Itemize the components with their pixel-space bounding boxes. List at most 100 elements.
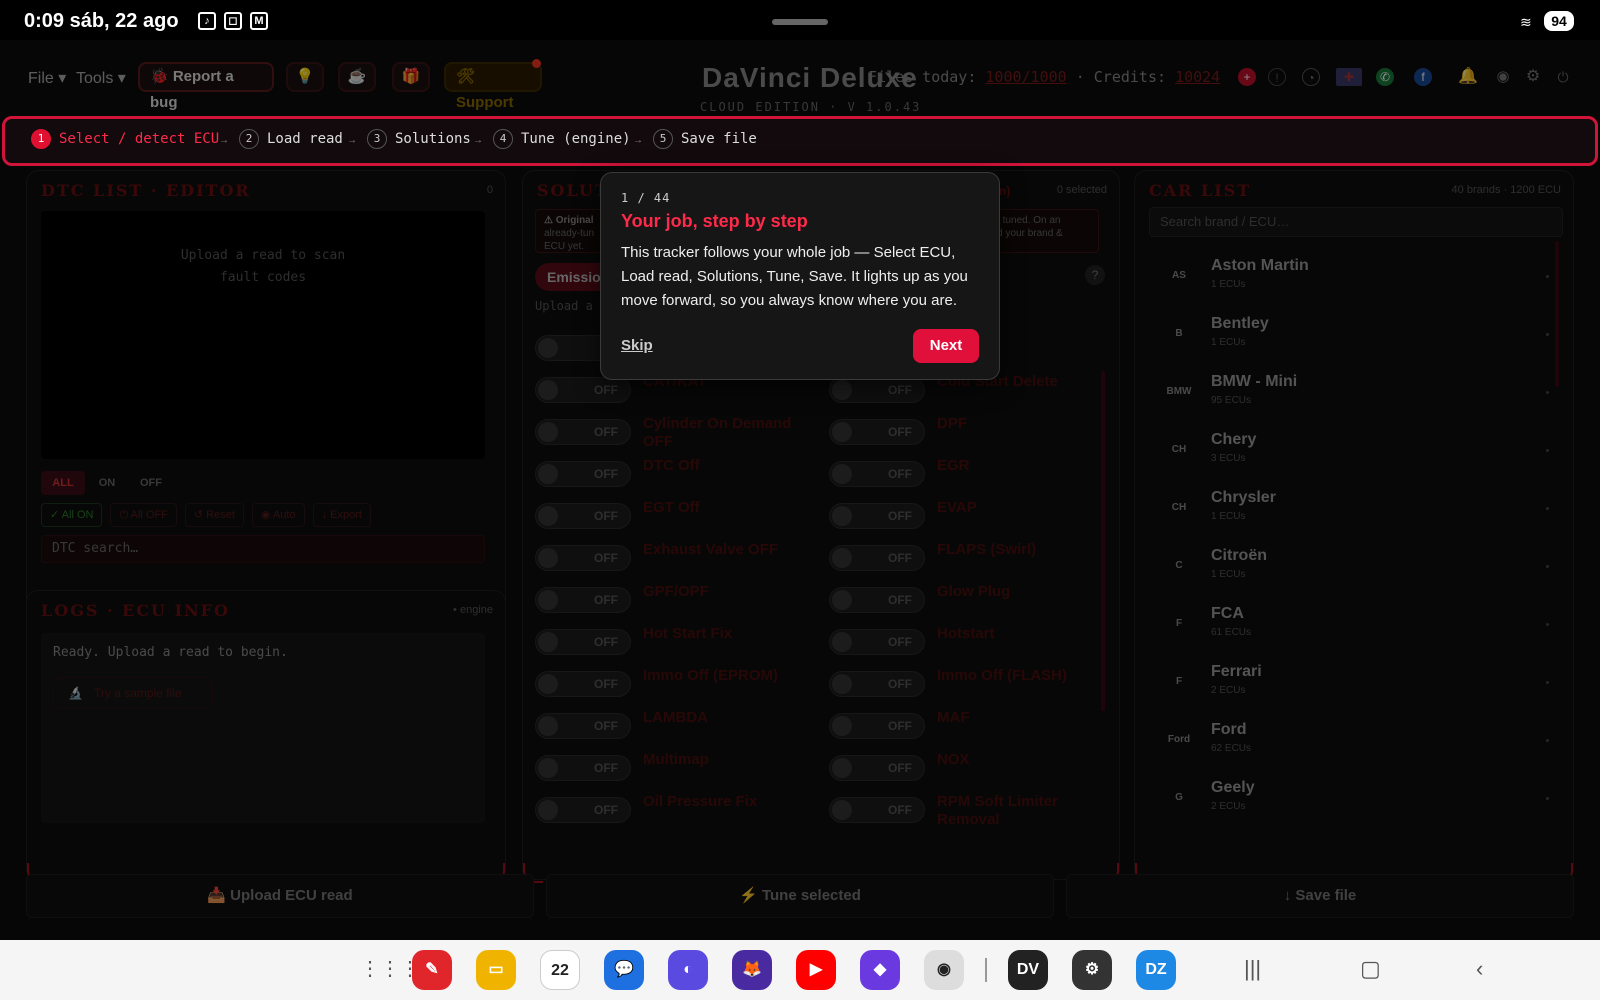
solution-toggle[interactable]: OFF [829, 419, 925, 445]
toggle-state: OFF [594, 551, 618, 565]
dtc-search-input[interactable]: DTC search… [41, 535, 485, 563]
solution-toggle[interactable]: OFF [829, 671, 925, 697]
file-menu[interactable]: File ▾ [28, 68, 66, 88]
solution-toggle[interactable]: OFF [829, 587, 925, 613]
firefox-app-icon[interactable]: 🦊 [732, 950, 772, 990]
solution-toggle[interactable]: OFF [829, 629, 925, 655]
brand-name: Chery [1211, 431, 1257, 448]
step-load-read[interactable]: 2 Load read [239, 129, 343, 149]
video-player-icon[interactable]: ◆ [860, 950, 900, 990]
solution-toggle[interactable]: OFF [535, 797, 631, 823]
info-icon[interactable]: ! [1268, 68, 1286, 86]
solution-toggle[interactable]: OFF [535, 419, 631, 445]
export-button[interactable]: ↓ Export [312, 503, 371, 527]
car-brand-item[interactable]: CH Chery 3 ECUs [1149, 423, 1553, 479]
drag-handle[interactable] [772, 19, 828, 25]
eye-icon[interactable]: ◉ [1494, 68, 1512, 86]
tools-menu[interactable]: Tools ▾ [76, 68, 126, 88]
car-brand-item[interactable]: C Citroën 1 ECUs [1149, 539, 1553, 595]
solution-toggle[interactable]: OFF [535, 587, 631, 613]
whatsapp-icon[interactable]: ✆ [1376, 68, 1394, 86]
files-app-icon[interactable]: ▭ [476, 950, 516, 990]
dtc-panel: DTC LIST · EDITOR 0 Upload a read to sca… [26, 170, 506, 618]
car-brand-item[interactable]: Ford Ford 62 ECUs [1149, 713, 1553, 769]
solution-toggle[interactable]: OFF [535, 503, 631, 529]
tachometer-icon[interactable]: ◔ [1302, 68, 1320, 86]
messages-app-icon[interactable]: 💬 [604, 950, 644, 990]
save-file-button[interactable]: ↓ Save file [1066, 874, 1574, 918]
calendar-app-icon[interactable]: 22 [540, 950, 580, 990]
solution-toggle[interactable]: OFF [829, 503, 925, 529]
solution-toggle[interactable]: OFF [535, 671, 631, 697]
car-search-input[interactable]: Search brand / ECU… [1149, 207, 1563, 237]
files-today-value[interactable]: 1000/1000 [985, 68, 1066, 86]
brand-logo-icon: C [1175, 560, 1183, 571]
add-credits-icon[interactable]: + [1238, 68, 1256, 86]
back-nav-button[interactable]: ‹ [1476, 956, 1483, 982]
solution-toggle[interactable]: OFF [535, 461, 631, 487]
notes-app-icon[interactable]: ✎ [412, 950, 452, 990]
try-sample-button[interactable]: 🔬 Try a sample file [53, 677, 213, 709]
gear-icon[interactable]: ⚙ [1524, 68, 1542, 86]
car-brand-item[interactable]: B Bentley 1 ECUs [1149, 307, 1553, 363]
solution-toggle[interactable]: OFF [829, 797, 925, 823]
filter-off[interactable]: OFF [129, 471, 173, 495]
car-brand-item[interactable]: CH Chrysler 1 ECUs [1149, 481, 1553, 537]
solution-toggle[interactable]: OFF [829, 377, 925, 403]
tour-next-button[interactable]: Next [913, 329, 979, 363]
help-icon[interactable]: ? [1085, 265, 1105, 285]
solutions-scrollbar[interactable] [1101, 371, 1105, 711]
step-tune-engine[interactable]: 4 Tune (engine) [493, 129, 631, 149]
power-icon[interactable]: ⏻ [1554, 68, 1572, 86]
browser-app-icon[interactable]: ◐ [668, 950, 708, 990]
solution-toggle[interactable]: OFF [535, 629, 631, 655]
home-nav-button[interactable]: ▢ [1360, 956, 1381, 982]
auto-button[interactable]: ◉ Auto [251, 503, 305, 527]
bell-icon[interactable]: 🔔 [1458, 68, 1478, 86]
solution-toggle[interactable]: OFF [829, 545, 925, 571]
all-on-button[interactable]: ✓ All ON [41, 503, 103, 527]
reset-button[interactable]: ↺ Reset [184, 503, 244, 527]
car-brand-item[interactable]: F Ferrari 2 ECUs [1149, 655, 1553, 711]
report-bug-button[interactable]: 🐞 Report a bug [138, 62, 274, 111]
dz-app-icon[interactable]: DZ [1136, 950, 1176, 990]
tune-selected-button[interactable]: ⚡ Tune selected [546, 874, 1054, 918]
car-list-scrollbar[interactable] [1555, 241, 1559, 387]
gift-icon[interactable]: 🎁 [392, 62, 430, 92]
settings-app-icon[interactable]: ⚙ [1072, 950, 1112, 990]
system-status-bar: 0:09 sáb, 22 ago ♪ ◻ M ≋ 94 [0, 0, 1600, 40]
step-solutions[interactable]: 3 Solutions [367, 129, 471, 149]
lightbulb-icon[interactable]: 💡 [286, 62, 324, 92]
all-off-button[interactable]: ⏻ All OFF [110, 503, 177, 527]
camera-app-icon[interactable]: ◉ [924, 950, 964, 990]
step-select-ecu[interactable]: 1 Select / detect ECU [31, 129, 219, 149]
solution-toggle[interactable]: OFF [535, 755, 631, 781]
uk-flag-icon[interactable]: ✚ [1336, 68, 1362, 86]
solution-toggle[interactable]: OFF [829, 461, 925, 487]
solution-toggle[interactable]: OFF [535, 377, 631, 403]
upload-ecu-read-button[interactable]: 📥 Upload ECU read [26, 874, 534, 918]
solution-toggle[interactable]: OFF [829, 755, 925, 781]
car-brand-item[interactable]: F FCA 61 ECUs [1149, 597, 1553, 653]
facebook-icon[interactable]: f [1414, 68, 1432, 86]
youtube-app-icon[interactable]: ▶ [796, 950, 836, 990]
davinci-app-icon[interactable]: DV [1008, 950, 1048, 990]
support-button[interactable]: 🛠Support [444, 62, 542, 111]
tour-skip-button[interactable]: Skip [621, 337, 653, 354]
solution-toggle[interactable]: OFF [535, 713, 631, 739]
solution-toggle[interactable]: OFF [535, 545, 631, 571]
car-brand-item[interactable]: BMW BMW - Mini 95 ECUs [1149, 365, 1553, 421]
recents-nav-button[interactable]: ||| [1244, 956, 1261, 982]
filter-all[interactable]: ALL [41, 471, 85, 495]
step-arrow: → [473, 135, 483, 146]
car-brand-item[interactable]: G Geely 2 ECUs [1149, 771, 1553, 827]
coffee-icon[interactable]: ☕ [338, 62, 376, 92]
filter-on[interactable]: ON [85, 471, 129, 495]
status-time-date: 0:09 sáb, 22 ago [24, 10, 179, 32]
app-drawer-icon[interactable]: ⋮⋮⋮ [360, 956, 420, 981]
solution-row: OFF MAF [829, 709, 1099, 741]
credits-value[interactable]: 10024 [1175, 68, 1220, 86]
step-save-file[interactable]: 5 Save file [653, 129, 757, 149]
solution-toggle[interactable]: OFF [829, 713, 925, 739]
car-brand-item[interactable]: AS Aston Martin 1 ECUs [1149, 249, 1553, 305]
